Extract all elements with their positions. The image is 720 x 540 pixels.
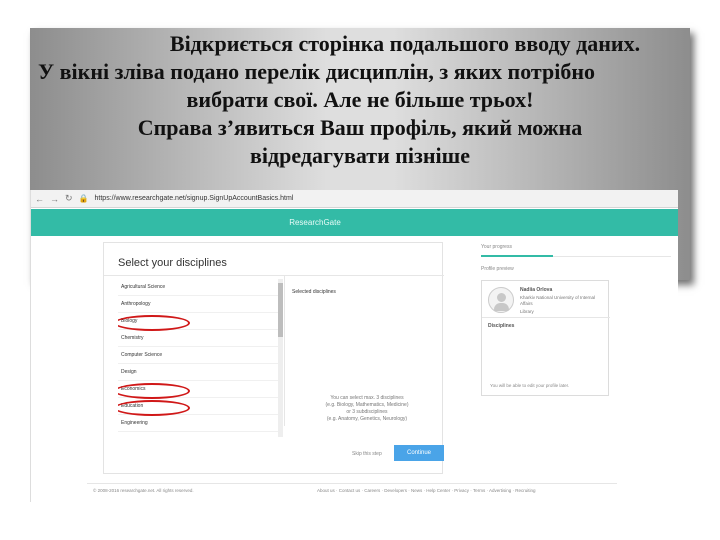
lock-icon: 🔒	[78, 194, 89, 203]
discipline-item[interactable]: Anthropology	[118, 296, 278, 313]
hint-line: or 3 subdisciplines	[346, 409, 388, 415]
hint-line: (e.g. Anatomy, Genetics, Neurology)	[326, 416, 408, 422]
researchgate-header: ResearchGate	[31, 209, 678, 236]
disciplines-list[interactable]: Agricultural Science Anthropology Biolog…	[118, 279, 278, 437]
slide-caption: Відкриється сторінка подальшого вводу да…	[30, 30, 690, 170]
card-divider	[482, 317, 610, 318]
caption-line-1: Відкриється сторінка подальшого вводу да…	[169, 31, 641, 56]
discipline-item[interactable]: Computer Science	[118, 347, 278, 364]
hint-line: You can select max. 3 disciplines	[330, 395, 404, 401]
footer-links[interactable]: About us · Contact us · Careers · Develo…	[317, 488, 536, 493]
discipline-item-highlighted[interactable]: Education	[118, 398, 278, 416]
profile-name: Nadiia Orlova	[520, 287, 553, 293]
profile-preview-label: Profile preview	[481, 266, 514, 272]
profile-institution: Kharkiv National University of Internal …	[520, 295, 596, 306]
caption-line-5: відредагувати пізніше	[250, 143, 470, 168]
discipline-item[interactable]: Design	[118, 364, 278, 381]
caption-line-4: Справа з’явиться Ваш профіль, який можна	[137, 115, 583, 140]
panel-divider	[104, 275, 444, 276]
browser-screenshot: ← → ↻ 🔒 https://www.researchgate.net/sig…	[30, 190, 678, 502]
list-scrollbar[interactable]	[278, 279, 283, 437]
scrollbar-thumb[interactable]	[278, 283, 283, 337]
brand-logo[interactable]: ResearchGate	[289, 218, 341, 227]
footer-divider	[87, 483, 617, 484]
reload-icon[interactable]: ↻	[65, 193, 73, 204]
continue-button[interactable]: Continue	[394, 445, 444, 461]
selection-hint: You can select max. 3 disciplines (e.g. …	[292, 395, 442, 423]
back-arrow-icon[interactable]: ←	[35, 194, 44, 204]
avatar-icon	[488, 287, 514, 313]
disciplines-title: Select your disciplines	[118, 257, 227, 269]
discipline-item-highlighted[interactable]: Economics	[118, 381, 278, 399]
url-text[interactable]: https://www.researchgate.net/signup.Sign…	[95, 195, 294, 202]
progress-fill	[481, 255, 553, 257]
discipline-item[interactable]: Engineering	[118, 415, 278, 432]
hint-line: (e.g. Biology, Mathematics, Medicine)	[325, 402, 409, 408]
profile-disciplines-label: Disciplines	[488, 323, 515, 329]
profile-department: Library	[520, 309, 534, 314]
progress-label: Your progress	[481, 244, 512, 250]
column-separator	[284, 276, 285, 426]
profile-preview-card: Nadiia Orlova Kharkiv National Universit…	[481, 280, 610, 396]
discipline-item[interactable]: Agricultural Science	[118, 279, 278, 296]
edit-later-note: You will be able to edit your profile la…	[490, 383, 570, 388]
discipline-item[interactable]: Chemistry	[118, 330, 278, 347]
skip-link[interactable]: Skip this step	[352, 451, 382, 457]
forward-arrow-icon[interactable]: →	[50, 194, 59, 204]
address-bar[interactable]: ← → ↻ 🔒 https://www.researchgate.net/sig…	[31, 190, 678, 208]
caption-line-3: вибрати свої. Але не більше трьох!	[186, 87, 534, 112]
footer-copyright: © 2008-2016 researchgate.net. All rights…	[93, 488, 194, 493]
discipline-item-highlighted[interactable]: Biology	[118, 313, 278, 331]
selected-disciplines-title: Selected disciplines	[292, 289, 336, 295]
caption-line-2: У вікні зліва подано перелік дисциплін, …	[38, 59, 596, 84]
disciplines-panel: Select your disciplines Agricultural Sci…	[103, 242, 444, 474]
